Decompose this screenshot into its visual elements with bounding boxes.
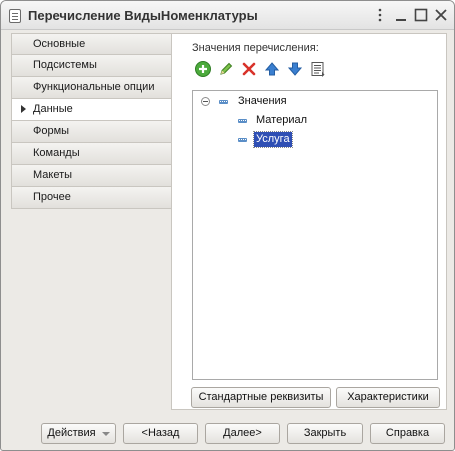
next-button[interactable]: Далее> xyxy=(205,423,280,444)
delete-icon[interactable] xyxy=(240,60,258,78)
maximize-icon[interactable] xyxy=(412,6,430,24)
window: Перечисление ВидыНоменклатуры Основные П… xyxy=(0,0,455,451)
actions-label: Действия xyxy=(47,427,96,439)
section-navigation: Основные Подсистемы Функциональные опции… xyxy=(11,33,172,209)
standard-attributes-button[interactable]: Стандартные реквизиты xyxy=(191,387,331,408)
nav-item-forms[interactable]: Формы xyxy=(11,121,172,143)
minimize-icon[interactable] xyxy=(392,6,410,24)
tree-node-service[interactable]: Услуга xyxy=(193,131,433,148)
add-icon[interactable] xyxy=(194,60,212,78)
nav-item-templates[interactable]: Макеты xyxy=(11,165,172,187)
metadata-object-icon xyxy=(9,9,21,23)
window-title: Перечисление ВидыНоменклатуры xyxy=(28,8,258,23)
enum-values-label: Значения перечисления: xyxy=(192,42,319,54)
close-button[interactable]: Закрыть xyxy=(287,423,363,444)
tree-node-label: Услуга xyxy=(253,131,293,148)
title-bar: Перечисление ВидыНоменклатуры xyxy=(1,1,454,30)
collapse-icon[interactable] xyxy=(201,97,210,106)
enum-value-icon xyxy=(238,119,247,123)
tree-node-label: Материал xyxy=(256,114,307,126)
nav-item-functional-options[interactable]: Функциональные опции xyxy=(11,77,172,99)
enum-value-icon xyxy=(238,138,247,142)
list-icon[interactable] xyxy=(309,60,327,78)
nav-item-label: Прочее xyxy=(33,191,71,203)
tree-node-material[interactable]: Материал xyxy=(193,113,433,129)
content-panel: Значения перечисления: Значения Материал… xyxy=(171,33,447,410)
tree-node-root[interactable]: Значения xyxy=(193,94,433,110)
enum-values-tree[interactable]: Значения Материал Услуга xyxy=(192,90,438,380)
nav-item-label: Макеты xyxy=(33,169,73,181)
move-up-icon[interactable] xyxy=(263,60,281,78)
nav-item-main[interactable]: Основные xyxy=(11,33,172,55)
actions-button[interactable]: Действия xyxy=(41,423,116,444)
characteristics-button[interactable]: Характеристики xyxy=(336,387,440,408)
move-down-icon[interactable] xyxy=(286,60,304,78)
kebab-menu-icon[interactable] xyxy=(371,6,389,24)
close-icon[interactable] xyxy=(432,6,450,24)
active-arrow-icon xyxy=(21,105,26,113)
nav-item-label: Команды xyxy=(33,147,80,159)
back-button[interactable]: <Назад xyxy=(123,423,198,444)
enum-values-icon xyxy=(219,100,228,104)
tree-node-label: Значения xyxy=(238,95,287,107)
nav-item-other[interactable]: Прочее xyxy=(11,187,172,209)
nav-item-label: Подсистемы xyxy=(33,59,97,71)
nav-item-data[interactable]: Данные xyxy=(11,99,172,121)
nav-item-label: Функциональные опции xyxy=(33,81,155,93)
edit-icon[interactable] xyxy=(217,60,235,78)
nav-item-label: Основные xyxy=(33,38,86,50)
nav-item-label: Данные xyxy=(33,103,73,115)
nav-item-subsystems[interactable]: Подсистемы xyxy=(11,55,172,77)
nav-item-label: Формы xyxy=(33,125,70,137)
help-button[interactable]: Справка xyxy=(370,423,445,444)
nav-item-commands[interactable]: Команды xyxy=(11,143,172,165)
chevron-down-icon xyxy=(102,432,110,436)
